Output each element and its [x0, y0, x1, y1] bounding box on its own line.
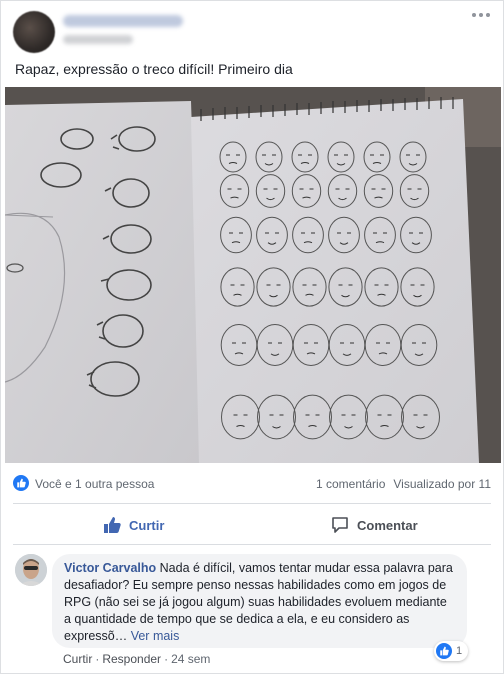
comment-time[interactable]: 24 sem — [171, 652, 210, 666]
reactors-summary[interactable]: Você e 1 outra pessoa — [35, 477, 154, 491]
comment-reply-link[interactable]: Responder — [102, 652, 161, 666]
comment-bubble: Victor Carvalho Nada é difícil, vamos te… — [52, 554, 467, 648]
sketch-photo-image — [5, 87, 501, 463]
divider — [13, 544, 491, 545]
comment-button-label: Comentar — [357, 517, 418, 533]
commenter-name[interactable]: Victor Carvalho — [64, 561, 156, 575]
comment-reaction-count: 1 — [456, 645, 463, 657]
comment-like-link[interactable]: Curtir — [63, 652, 92, 666]
view-count[interactable]: Visualizado por 11 — [393, 477, 491, 491]
post-text: Rapaz, expressão o treco difícil! Primei… — [15, 61, 293, 77]
like-button-label: Curtir — [129, 517, 165, 533]
author-avatar[interactable] — [13, 11, 55, 53]
thumbs-up-icon — [104, 517, 121, 533]
like-button[interactable]: Curtir — [103, 514, 164, 536]
post-date-blurred[interactable] — [63, 35, 133, 44]
comment-count[interactable]: 1 comentário — [316, 477, 385, 491]
comment-button[interactable]: Comentar — [331, 514, 418, 536]
post-card: Rapaz, expressão o treco difícil! Primei… — [0, 0, 504, 674]
comment-icon — [332, 517, 348, 533]
post-stats: Você e 1 outra pessoa 1 comentário Visua… — [13, 475, 491, 493]
see-more-link[interactable]: Ver mais — [131, 629, 180, 643]
commenter-avatar[interactable] — [15, 554, 47, 586]
author-name-blurred[interactable] — [63, 15, 183, 27]
comment-reactions[interactable]: 1 — [434, 641, 469, 661]
like-reaction-icon[interactable] — [13, 475, 29, 491]
divider — [13, 503, 491, 504]
post-photo[interactable] — [5, 87, 501, 463]
like-reaction-icon — [436, 643, 452, 659]
more-options-icon[interactable] — [471, 9, 491, 21]
comment-actions: Curtir · Responder · 24 sem — [63, 652, 211, 666]
